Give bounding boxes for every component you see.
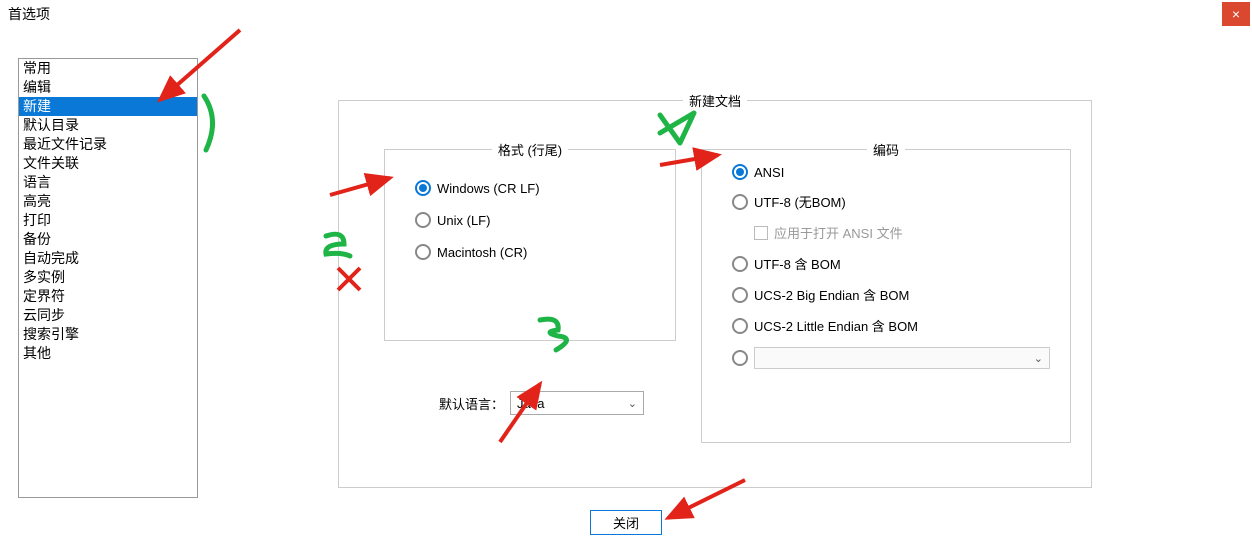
radio-icon bbox=[732, 287, 748, 303]
radio-label: UTF-8 含 BOM bbox=[754, 254, 841, 273]
sidebar-item[interactable]: 打印 bbox=[19, 211, 197, 230]
radio-icon bbox=[415, 180, 431, 196]
sidebar-item[interactable]: 自动完成 bbox=[19, 249, 197, 268]
sidebar-item[interactable]: 常用 bbox=[19, 59, 197, 78]
sidebar-item[interactable]: 搜索引擎 bbox=[19, 325, 197, 344]
sidebar-item[interactable]: 定界符 bbox=[19, 287, 197, 306]
sidebar-item[interactable]: 编辑 bbox=[19, 78, 197, 97]
close-icon: × bbox=[1232, 6, 1240, 22]
radio-icon bbox=[415, 212, 431, 228]
encoding-radio[interactable]: ANSI bbox=[732, 164, 1050, 180]
radio-label: Unix (LF) bbox=[437, 213, 490, 228]
format-radio[interactable]: Unix (LF) bbox=[415, 212, 655, 228]
radio-label: UTF-8 (无BOM) bbox=[754, 192, 846, 211]
sidebar-item[interactable]: 多实例 bbox=[19, 268, 197, 287]
new-document-group: 新建文档 格式 (行尾) Windows (CR LF)Unix (LF)Mac… bbox=[338, 100, 1092, 488]
checkbox-icon bbox=[754, 226, 768, 240]
encoding-radio[interactable]: UTF-8 (无BOM) bbox=[732, 192, 1050, 211]
radio-icon bbox=[732, 256, 748, 272]
encoding-group: 编码 ANSIUTF-8 (无BOM)应用于打开 ANSI 文件UTF-8 含 … bbox=[701, 149, 1071, 443]
sidebar-item[interactable]: 高亮 bbox=[19, 192, 197, 211]
checkbox-label: 应用于打开 ANSI 文件 bbox=[774, 223, 903, 242]
radio-icon bbox=[732, 164, 748, 180]
encoding-extra-select[interactable]: ⌄ bbox=[754, 347, 1050, 369]
radio-label: UCS-2 Little Endian 含 BOM bbox=[754, 316, 918, 335]
default-language-select[interactable]: Java ⌄ bbox=[510, 391, 644, 415]
encoding-radio[interactable]: ⌄ bbox=[732, 347, 1050, 369]
radio-label: Macintosh (CR) bbox=[437, 245, 527, 260]
format-radio[interactable]: Windows (CR LF) bbox=[415, 180, 655, 196]
radio-icon bbox=[732, 350, 748, 366]
encoding-radio[interactable]: UTF-8 含 BOM bbox=[732, 254, 1050, 273]
format-group: 格式 (行尾) Windows (CR LF)Unix (LF)Macintos… bbox=[384, 149, 676, 341]
radio-label: UCS-2 Big Endian 含 BOM bbox=[754, 285, 909, 304]
radio-icon bbox=[732, 318, 748, 334]
default-language-value: Java bbox=[517, 396, 544, 411]
close-button[interactable]: 关闭 bbox=[590, 510, 662, 535]
chevron-down-icon: ⌄ bbox=[628, 397, 637, 410]
radio-label: ANSI bbox=[754, 165, 784, 180]
encoding-radio[interactable]: UCS-2 Big Endian 含 BOM bbox=[732, 285, 1050, 304]
sidebar-item[interactable]: 语言 bbox=[19, 173, 197, 192]
sidebar-item[interactable]: 最近文件记录 bbox=[19, 135, 197, 154]
radio-icon bbox=[732, 194, 748, 210]
format-legend: 格式 (行尾) bbox=[492, 140, 568, 159]
radio-icon bbox=[415, 244, 431, 260]
encoding-legend: 编码 bbox=[867, 140, 905, 159]
encoding-radio[interactable]: UCS-2 Little Endian 含 BOM bbox=[732, 316, 1050, 335]
format-radio[interactable]: Macintosh (CR) bbox=[415, 244, 655, 260]
window-close-button[interactable]: × bbox=[1222, 2, 1250, 26]
apply-ansi-checkbox[interactable]: 应用于打开 ANSI 文件 bbox=[754, 223, 1050, 242]
new-document-legend: 新建文档 bbox=[683, 91, 747, 110]
default-language-label: 默认语言： bbox=[439, 394, 504, 413]
radio-label: Windows (CR LF) bbox=[437, 181, 540, 196]
category-list[interactable]: 常用编辑新建默认目录最近文件记录文件关联语言高亮打印备份自动完成多实例定界符云同… bbox=[18, 58, 198, 498]
sidebar-item[interactable]: 新建 bbox=[19, 97, 197, 116]
sidebar-item[interactable]: 其他 bbox=[19, 344, 197, 363]
sidebar-item[interactable]: 备份 bbox=[19, 230, 197, 249]
sidebar-item[interactable]: 云同步 bbox=[19, 306, 197, 325]
window-title: 首选项 bbox=[8, 6, 50, 22]
sidebar-item[interactable]: 文件关联 bbox=[19, 154, 197, 173]
sidebar-item[interactable]: 默认目录 bbox=[19, 116, 197, 135]
chevron-down-icon: ⌄ bbox=[1034, 352, 1043, 365]
